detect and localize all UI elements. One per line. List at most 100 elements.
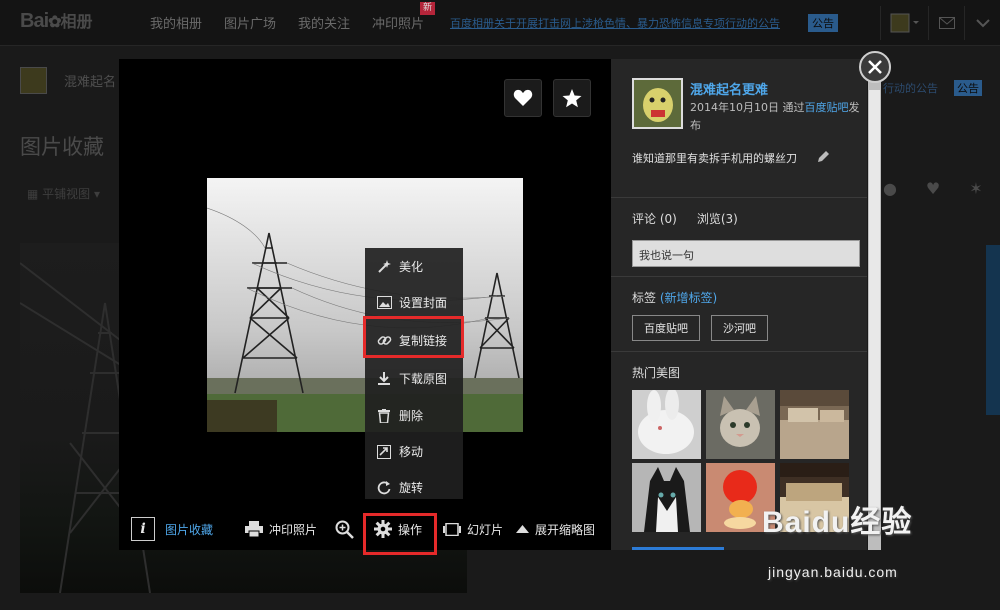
heart-icon <box>513 89 533 106</box>
rotate-icon <box>376 480 392 496</box>
tab-views[interactable]: 浏览(3) <box>697 210 738 227</box>
nav-photo-square[interactable]: 图片广场 <box>224 13 276 32</box>
baidu-jingyan-watermark: Baidu经验 jingyan.baidu.com <box>762 497 913 580</box>
bg-side-tab <box>986 245 1000 415</box>
hot-photo-thumb[interactable] <box>632 463 701 532</box>
post-meta: 2014年10月10日 通过百度贴吧发布 <box>690 99 860 135</box>
load-more-bar[interactable] <box>632 547 724 550</box>
caret-down-icon: ▾ <box>90 187 101 201</box>
bg-view-mode: ▦ 平铺视图 ▾ <box>27 185 100 202</box>
menu-item-delete-label: 删除 <box>399 409 424 423</box>
action-menu: 美化 设置封面 复制链接 下载原图 删除 移动 旋转 <box>365 248 463 499</box>
user-menu-button[interactable] <box>880 6 928 40</box>
panel-scrollbar-thumb[interactable] <box>869 90 880 510</box>
post-date: 2014年10月10日 通过 <box>690 101 805 114</box>
favorite-button[interactable] <box>553 79 591 117</box>
info-button[interactable]: i <box>131 508 155 550</box>
nav-my-follows[interactable]: 我的关注 <box>298 13 350 32</box>
logo-suffix: 相册 <box>60 14 93 31</box>
tab-comments[interactable]: 评论 (0) <box>632 210 677 227</box>
expand-thumbnails-label: 展开缩略图 <box>535 522 596 537</box>
star-icon <box>562 88 582 107</box>
info-panel: 混难起名更难 2014年10月10日 通过百度贴吧发布 谁知道那里有卖拆手机用的… <box>611 59 867 550</box>
menu-item-rotate-label: 旋转 <box>399 481 424 495</box>
print-button[interactable]: 冲印照片 <box>245 508 317 550</box>
tags-label: 标签 <box>632 291 657 305</box>
menu-item-download[interactable]: 下载原图 <box>365 360 463 397</box>
album-link[interactable]: 图片收藏 <box>165 508 213 550</box>
tag-item[interactable]: 沙河吧 <box>711 315 768 341</box>
bg-album-title: 图片收藏 <box>20 135 104 159</box>
expand-thumbnails-button[interactable]: 展开缩略图 <box>516 508 595 550</box>
slideshow-icon <box>443 522 461 536</box>
bg-view-mode-label: 平铺视图 <box>42 187 91 201</box>
move-icon <box>376 444 392 460</box>
menu-item-download-label: 下载原图 <box>399 372 448 386</box>
mail-icon <box>938 17 955 29</box>
menu-item-beautify-label: 美化 <box>399 260 424 274</box>
notice-link[interactable]: 百度相册关于开展打击网上涉枪色情、暴力恐怖信息专项行动的公告 <box>450 15 780 31</box>
menu-item-delete[interactable]: 删除 <box>365 397 463 434</box>
download-icon <box>376 371 392 387</box>
nav-print-photos[interactable]: 冲印照片 <box>372 13 424 32</box>
close-viewer-button[interactable] <box>859 51 891 83</box>
new-badge: 新 <box>420 2 436 15</box>
add-tag-link[interactable]: (新增标签) <box>660 291 717 305</box>
close-icon <box>868 60 882 74</box>
photo-viewer: 美化 设置封面 复制链接 下载原图 删除 移动 旋转 i 图片收藏 冲印照片 操… <box>119 59 611 555</box>
image-icon <box>376 295 392 311</box>
bg-heart-icon: ♥ <box>925 179 941 198</box>
slideshow-button[interactable]: 幻灯片 <box>443 508 503 550</box>
post-source-link[interactable]: 百度贴吧 <box>805 101 849 114</box>
baidu-album-logo[interactable]: Bai✿相册 <box>20 8 93 33</box>
menu-item-move-label: 移动 <box>399 445 424 459</box>
main-nav: 我的相册 图片广场 我的关注 冲印照片 <box>150 13 424 32</box>
menu-item-move[interactable]: 移动 <box>365 433 463 470</box>
highlight-copy-link <box>363 316 464 358</box>
hot-photo-thumb[interactable] <box>632 390 701 459</box>
bg-username: 混难起名 <box>64 75 117 90</box>
trash-icon <box>376 408 392 424</box>
author-avatar[interactable] <box>632 78 683 129</box>
printer-icon <box>245 521 263 537</box>
slideshow-button-label: 幻灯片 <box>467 522 504 537</box>
grid-icon: ▦ <box>27 187 43 201</box>
hot-photos-heading: 热门美图 <box>632 366 681 380</box>
nav-my-albums[interactable]: 我的相册 <box>150 13 202 32</box>
divider <box>611 276 867 277</box>
zoom-button[interactable] <box>335 508 354 550</box>
bg-user-avatar <box>20 67 47 94</box>
pencil-icon <box>818 151 829 162</box>
hot-photo-thumb[interactable] <box>780 390 849 459</box>
tags-heading: 标签 (新增标签) <box>632 289 717 306</box>
photo-description: 谁知道那里有卖拆手机用的螺丝刀 <box>632 152 797 165</box>
triangle-up-icon <box>516 525 529 533</box>
top-nav-bar: Bai✿相册 我的相册 图片广场 我的关注 冲印照片 新 百度相册关于开展打击网… <box>0 0 1000 46</box>
top-icons <box>880 6 1000 40</box>
viewer-bottom-bar: i 图片收藏 冲印照片 操作 幻灯片 展开缩略图 <box>119 508 611 555</box>
bg-notice-link: 行动的公告 <box>883 82 938 95</box>
paw-icon: ✿ <box>48 14 61 31</box>
edit-description-button[interactable] <box>817 150 830 166</box>
notice-badge: 公告 <box>808 14 838 32</box>
highlight-operate <box>363 513 437 555</box>
zoom-in-icon <box>335 520 354 539</box>
logo-text: Bai <box>20 10 49 32</box>
message-button[interactable] <box>928 6 964 40</box>
menu-item-set-cover-label: 设置封面 <box>399 296 448 310</box>
chevron-down-icon <box>975 18 990 27</box>
user-avatar-icon <box>890 13 919 33</box>
tag-item[interactable]: 百度贴吧 <box>632 315 700 341</box>
menu-item-rotate[interactable]: 旋转 <box>365 469 463 506</box>
info-icon: i <box>131 517 155 541</box>
watermark-url: jingyan.baidu.com <box>768 564 898 580</box>
menu-item-beautify[interactable]: 美化 <box>365 248 463 285</box>
bg-notice-badge: 公告 <box>954 80 982 96</box>
author-name[interactable]: 混难起名更难 <box>690 79 768 98</box>
watermark-brand: Baidu经验 <box>762 506 913 539</box>
divider <box>611 351 867 352</box>
hot-photo-thumb[interactable] <box>706 390 775 459</box>
more-button[interactable] <box>964 6 1000 40</box>
like-button[interactable] <box>504 79 542 117</box>
comment-input[interactable]: 我也说一句 <box>632 240 860 267</box>
